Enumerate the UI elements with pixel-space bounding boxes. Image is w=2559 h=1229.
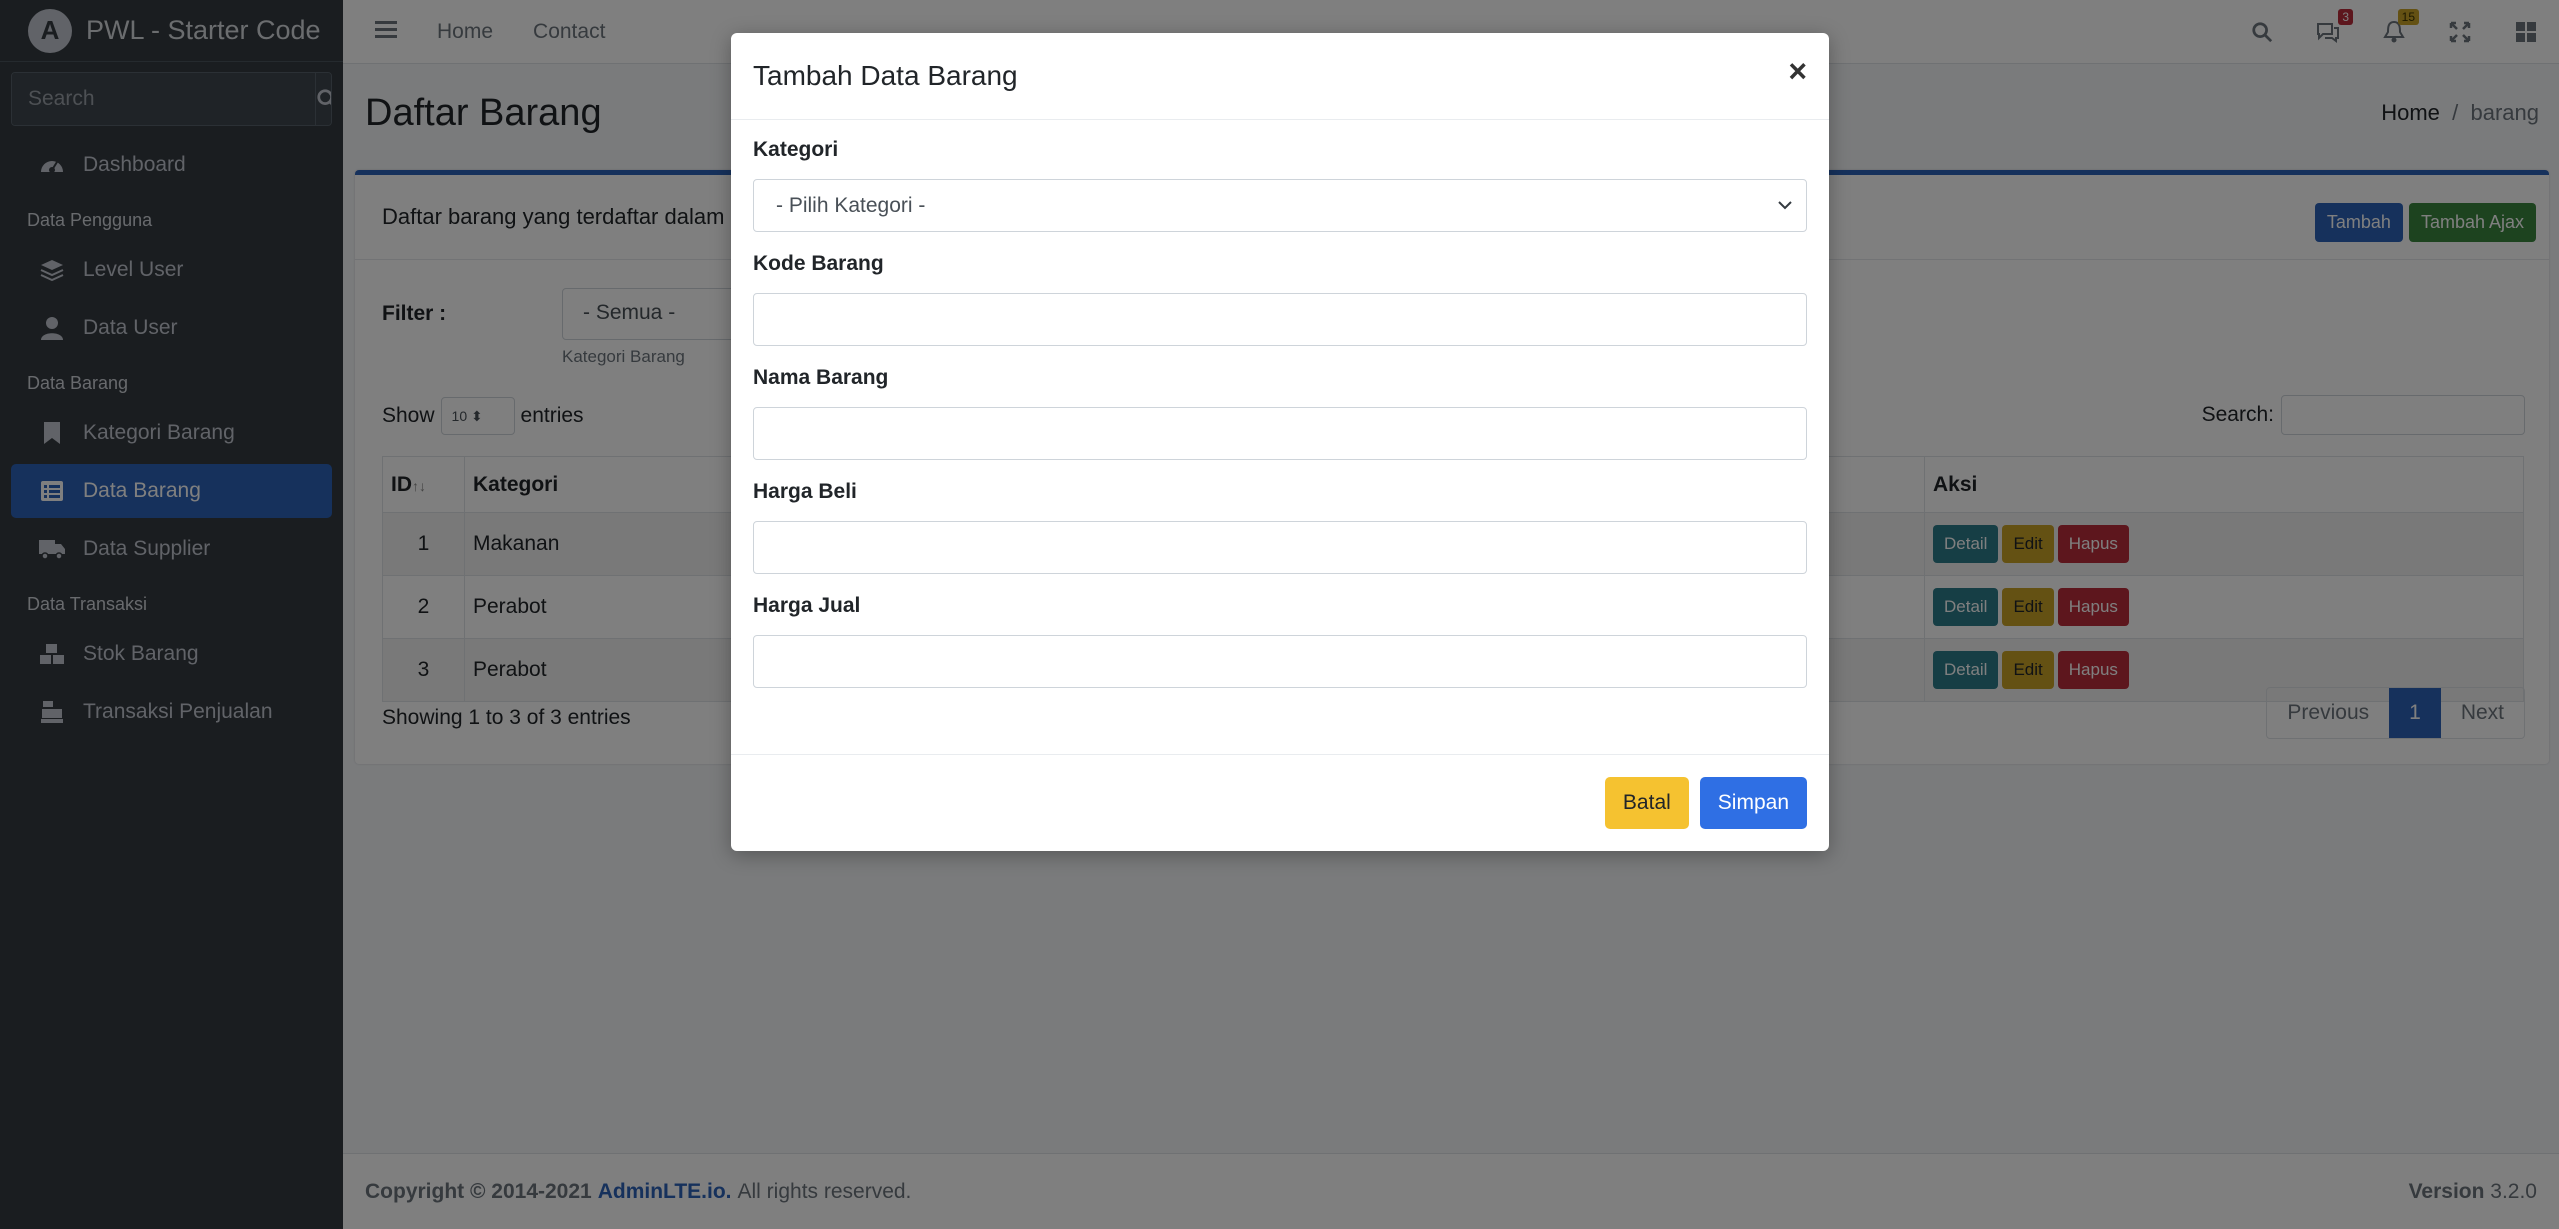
harga-jual-input[interactable]: [753, 635, 1807, 688]
kode-barang-input[interactable]: [753, 293, 1807, 346]
kategori-label: Kategori: [753, 138, 839, 161]
close-icon[interactable]: ×: [1788, 53, 1807, 90]
harga-beli-input[interactable]: [753, 521, 1807, 574]
modal-title: Tambah Data Barang: [731, 33, 1829, 120]
kategori-select-value: - Pilih Kategori -: [776, 194, 926, 217]
field-kode-barang: Kode Barang: [753, 252, 1807, 346]
nama-barang-label: Nama Barang: [753, 366, 889, 389]
modal-footer: Batal Simpan: [731, 754, 1829, 851]
batal-button[interactable]: Batal: [1604, 777, 1689, 829]
tambah-barang-modal: Tambah Data Barang × Kategori - Pilih Ka…: [731, 33, 1829, 851]
harga-jual-label: Harga Jual: [753, 594, 861, 617]
field-kategori: Kategori - Pilih Kategori -: [753, 138, 1807, 232]
nama-barang-input[interactable]: [753, 407, 1807, 460]
field-nama-barang: Nama Barang: [753, 366, 1807, 460]
field-harga-beli: Harga Beli: [753, 480, 1807, 574]
simpan-button[interactable]: Simpan: [1699, 777, 1807, 829]
chevron-down-icon: [1778, 201, 1792, 210]
harga-beli-label: Harga Beli: [753, 480, 857, 503]
kode-barang-label: Kode Barang: [753, 252, 884, 275]
field-harga-jual: Harga Jual: [753, 594, 1807, 688]
modal-body: Kategori - Pilih Kategori - Kode Barang …: [731, 120, 1829, 688]
kategori-select[interactable]: - Pilih Kategori -: [753, 179, 1807, 232]
